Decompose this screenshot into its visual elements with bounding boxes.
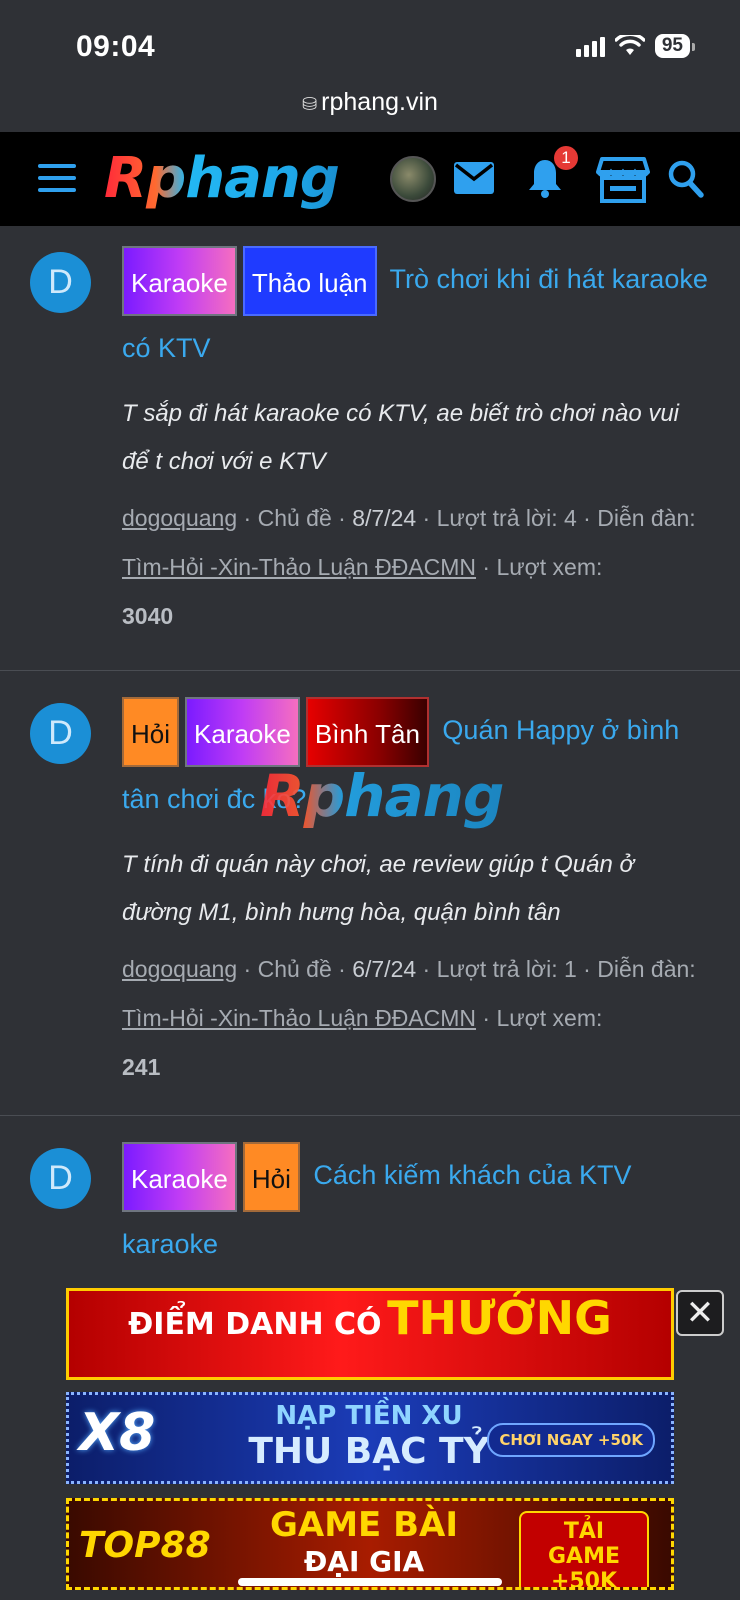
ad-cta[interactable]: CHƠI NGAY +50K xyxy=(487,1423,655,1457)
ad-brand: TOP88 xyxy=(79,1525,211,1566)
hamburger-icon[interactable] xyxy=(38,164,76,192)
views-label: Lượt xem: xyxy=(496,554,603,580)
author-avatar[interactable]: D xyxy=(30,252,91,313)
reply-count: Lượt trả lời: 4 xyxy=(436,505,577,531)
forum-link[interactable]: Tìm-Hỏi -Xin-Thảo Luận ĐĐACMN xyxy=(122,1005,476,1031)
thread-snippet: T sắp đi hát karaoke có KTV, ae biết trò… xyxy=(122,400,680,475)
thread-title-line: Karaoke Thảo luận Trò chơi khi đi hát kar… xyxy=(122,246,710,380)
forum-label: Diễn đàn: xyxy=(597,956,696,982)
ad-banner-top88[interactable]: TOP88 GAME BÀI ĐẠI GIA TẢI GAME +50K xyxy=(66,1498,674,1590)
home-indicator[interactable] xyxy=(238,1578,502,1586)
author-avatar[interactable]: D xyxy=(30,1148,91,1209)
thread-type: Chủ đề xyxy=(257,505,332,531)
notification-badge: 1 xyxy=(554,146,578,170)
ad-banner-x8[interactable]: X8 NẠP TIỀN XU THU BẠC TỶ CHƠI NGAY +50K xyxy=(66,1392,674,1484)
user-avatar[interactable] xyxy=(390,156,436,202)
search-icon[interactable] xyxy=(668,160,704,198)
prefix-tag[interactable]: Karaoke xyxy=(122,1142,237,1212)
ad-text: NẠP TIỀN XU xyxy=(275,1401,463,1431)
prefix-tag[interactable]: Karaoke xyxy=(185,697,300,767)
thread-item[interactable]: D Karaoke Thảo luận Trò chơi khi đi hát k… xyxy=(0,226,740,671)
ad-banner-checkin[interactable]: ĐIỂM DANH CÓ THƯỞNG xyxy=(66,1288,674,1380)
incognito-icon: ⛁ xyxy=(302,94,318,114)
prefix-tag[interactable]: Karaoke xyxy=(122,246,237,316)
prefix-tag[interactable]: Hỏi xyxy=(242,1142,300,1212)
thread-date: 6/7/24 xyxy=(352,956,417,982)
status-time: 09:04 xyxy=(76,30,156,63)
thread-meta: dogoquang · Chủ đề · 8/7/24 · Lượt trả l… xyxy=(122,505,696,629)
thread-type: Chủ đề xyxy=(257,956,332,982)
wifi-icon xyxy=(614,35,645,55)
ad-text: ĐIỂM DANH CÓ xyxy=(128,1307,382,1342)
thread-meta: dogoquang · Chủ đề · 6/7/24 · Lượt trả l… xyxy=(122,956,696,1080)
site-header: Rphang 1 xyxy=(0,132,740,226)
view-count: 3040 xyxy=(122,603,174,629)
ad-text: ĐẠI GIA xyxy=(303,1545,425,1578)
thread-snippet: T tính đi quán này chơi, ae review giúp … xyxy=(122,851,634,926)
forum-link[interactable]: Tìm-Hỏi -Xin-Thảo Luận ĐĐACMN xyxy=(122,554,476,580)
prefix-tag[interactable]: Thảo luận xyxy=(242,246,377,316)
battery-indicator: 95 xyxy=(654,34,696,58)
status-bar: 09:04 95 xyxy=(0,0,740,88)
ad-brand: X8 xyxy=(79,1403,156,1463)
thread-title-line: Karaoke Hỏi Cách kiếm khách của KTV karao… xyxy=(122,1142,710,1276)
prefix-tag[interactable]: Hỏi xyxy=(122,697,180,767)
ad-text: THƯỞNG xyxy=(387,1291,612,1345)
view-count: 241 xyxy=(122,1054,161,1080)
author-link[interactable]: dogoquang xyxy=(122,956,237,982)
site-logo[interactable]: Rphang xyxy=(104,146,340,211)
ad-text: GAME BÀI xyxy=(270,1505,458,1545)
close-ad-button[interactable]: ✕ xyxy=(676,1290,724,1336)
status-icons: 95 xyxy=(575,34,696,58)
site-watermark: Rphang xyxy=(260,762,504,830)
url-text: rphang.vin xyxy=(321,88,438,116)
thread-item[interactable]: D Hỏi Karaoke Bình Tân Quán Happy ở bình t… xyxy=(0,671,740,1116)
ad-text: THU BẠC TỶ xyxy=(248,1431,490,1472)
mail-icon[interactable] xyxy=(454,162,494,194)
store-icon[interactable] xyxy=(596,156,650,204)
author-link[interactable]: dogoquang xyxy=(122,505,237,531)
views-label: Lượt xem: xyxy=(496,1005,603,1031)
ad-cta[interactable]: TẢI GAME +50K xyxy=(519,1511,649,1587)
url-bar[interactable]: ⛁ rphang.vin xyxy=(0,88,740,132)
thread-date: 8/7/24 xyxy=(352,505,417,531)
forum-label: Diễn đàn: xyxy=(597,505,696,531)
signal-icon xyxy=(575,35,605,57)
prefix-tag[interactable]: Bình Tân xyxy=(305,697,429,767)
author-avatar[interactable]: D xyxy=(30,703,91,764)
reply-count: Lượt trả lời: 1 xyxy=(436,956,577,982)
